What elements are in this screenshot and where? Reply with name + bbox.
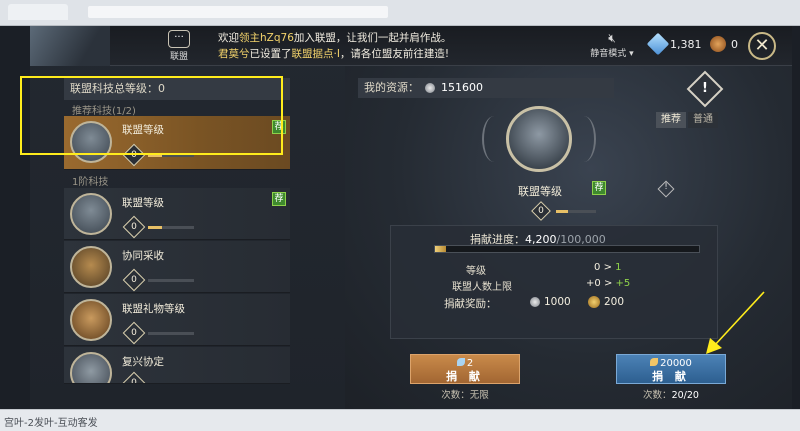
mute-mode-button[interactable]: 🔇︎ 静音模式 ▾ — [590, 31, 634, 59]
resource-label: 我的资源： — [364, 81, 419, 94]
gem-resource[interactable]: 0 — [710, 36, 738, 52]
stat-members-from: +0 — [586, 278, 601, 289]
warrior-portrait-large-icon — [506, 106, 572, 172]
silver-coin-icon — [425, 83, 435, 93]
chat-player-name: 领主hZq76 — [239, 32, 294, 44]
recommended-badge: 荐 — [592, 181, 606, 195]
gem-count: 0 — [731, 37, 738, 51]
tech-progress-fill — [148, 226, 162, 229]
stat-level-from: 0 — [594, 262, 601, 273]
taskbar: 宫叶-2发叶-互动客发 — [0, 409, 800, 431]
gold-feather-icon — [650, 358, 659, 366]
selected-tech-progress-fill — [556, 210, 568, 213]
info-icon: ! — [664, 182, 668, 192]
browser-address-bar[interactable] — [88, 6, 388, 18]
speaker-mute-icon: 🔇︎ — [608, 31, 616, 45]
mute-mode-label: 静音模式 ▾ — [590, 49, 634, 59]
chat-text: 欢迎 — [218, 32, 239, 44]
count-label: 次数： — [643, 390, 672, 401]
gift-chest-icon — [70, 299, 112, 341]
selected-tech-level: 0 — [538, 206, 544, 216]
reward-silver: 1000 — [530, 296, 571, 308]
reward-coin: 200 — [588, 296, 624, 308]
tech-level: 0 — [131, 378, 137, 384]
my-resources-bar: 我的资源： 151600 — [358, 78, 614, 98]
caravan-icon — [70, 246, 112, 288]
donate-crystal-count: 次数：无限 — [441, 390, 489, 401]
tech-level: 0 — [131, 275, 137, 285]
donate-label: 捐 献 — [652, 370, 690, 383]
taskbar-text: 宫叶-2发叶-互动客发 — [4, 418, 98, 429]
tab-normal[interactable]: 普通 — [688, 112, 718, 128]
chat-player-name: 君莫兮 — [218, 48, 250, 60]
arrow-icon: > — [603, 262, 612, 273]
recommended-badge: 荐 — [272, 192, 286, 206]
arrow-icon: > — [603, 278, 613, 289]
chat-message-1[interactable]: 欢迎领主hZq76加入联盟，让我们一起并肩作战。 — [218, 30, 451, 45]
portrait-frame-right — [572, 116, 596, 162]
tech-name: 联盟礼物等级 — [122, 303, 185, 315]
silver-coin-icon — [530, 297, 540, 307]
crystal-resource[interactable]: 1,381 — [646, 32, 702, 56]
chat-text: ，请各位盟友前往建造! — [339, 48, 450, 60]
lord-avatar[interactable] — [30, 26, 110, 66]
tech-item-revival-pact[interactable]: 复兴协定 0 — [64, 347, 290, 384]
tier1-section-label: 1阶科技 — [72, 177, 109, 188]
chat-target-name: 联盟据点·I — [291, 48, 340, 60]
crystal-count: 1,381 — [670, 37, 702, 51]
fortress-icon — [70, 352, 112, 383]
donate-silver-cost: 20000 — [617, 357, 725, 370]
alliance-chat-button[interactable]: 联盟 — [166, 30, 192, 62]
donate-label: 捐 献 — [446, 370, 484, 383]
reward-silver-value: 1000 — [544, 296, 571, 308]
browser-tab-bar — [0, 0, 800, 26]
tab-recommended[interactable]: 推荐 — [656, 112, 686, 128]
tech-name: 复兴协定 — [122, 356, 164, 368]
reward-coin-value: 200 — [604, 296, 625, 308]
count-value: 20/20 — [671, 390, 699, 401]
top-bar: 联盟 欢迎领主hZq76加入联盟，让我们一起并肩作战。 君莫兮已设置了联盟据点·… — [30, 26, 792, 66]
donation-reward-label: 捐献奖励： — [444, 298, 497, 310]
stat-members-to: +5 — [615, 278, 631, 289]
tech-item-alliance-level[interactable]: 联盟等级 0 荐 — [64, 188, 290, 240]
donate-silver-count: 次数：20/20 — [616, 387, 726, 401]
stat-level-change: 0 > 1 — [594, 262, 622, 273]
info-icon: ! — [702, 81, 708, 96]
tech-item-cooperative-harvest[interactable]: 协同采收 0 — [64, 241, 290, 293]
chat-text: 加入联盟，让我们一起并肩作战。 — [293, 32, 452, 44]
stat-members-change: +0 > +5 — [586, 278, 630, 289]
donate-crystal-button[interactable]: 2 捐 献 — [410, 354, 520, 384]
tech-progress-bar — [148, 279, 194, 282]
close-button[interactable]: ✕ — [748, 32, 776, 60]
alliance-coin-icon — [588, 296, 600, 308]
crystal-feather-icon — [456, 358, 465, 366]
tech-name: 联盟等级 — [122, 197, 164, 209]
donation-progress-fill — [435, 246, 446, 252]
portrait-frame-left — [482, 116, 506, 162]
tech-name: 协同采收 — [122, 250, 164, 262]
gem-icon — [710, 36, 726, 52]
resource-value: 151600 — [441, 81, 483, 94]
tech-item-alliance-gift-level[interactable]: 联盟礼物等级 0 — [64, 294, 290, 346]
donation-progress-bar — [434, 245, 700, 253]
stat-level-label: 等级 — [466, 266, 486, 277]
chat-text: 已设置了 — [249, 48, 292, 60]
tech-progress-bar — [148, 226, 194, 229]
browser-tab[interactable] — [8, 4, 68, 20]
donate-crystal-cost: 2 — [411, 357, 519, 370]
tech-level: 0 — [131, 328, 137, 338]
annotation-highlight-box — [20, 76, 283, 155]
tech-progress-bar — [148, 332, 194, 335]
alliance-label: 联盟 — [169, 52, 188, 62]
stat-level-to: 1 — [615, 262, 622, 273]
chat-message-2[interactable]: 君莫兮已设置了联盟据点·I，请各位盟友前往建造! — [218, 46, 449, 61]
annotation-arrow — [706, 291, 765, 354]
crystal-icon — [646, 32, 670, 56]
chat-bubble-icon — [168, 30, 190, 48]
tech-level: 0 — [131, 222, 137, 232]
warrior-portrait-icon — [70, 193, 112, 235]
donate-silver-button[interactable]: 20000 捐 献 — [616, 354, 726, 384]
selected-tech-progress-bar — [556, 210, 596, 213]
stat-members-label: 联盟人数上限 — [452, 282, 512, 293]
